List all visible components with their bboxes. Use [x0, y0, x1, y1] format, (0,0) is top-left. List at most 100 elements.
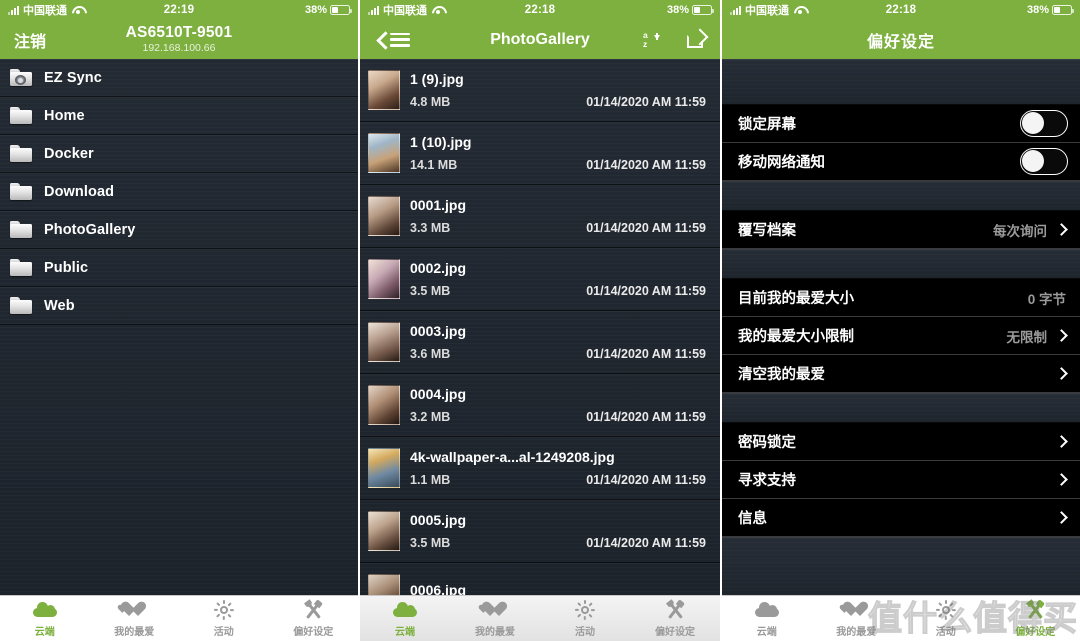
settings-section-gap — [722, 59, 1080, 105]
tab-label: 偏好设定 — [655, 626, 695, 638]
folder-row[interactable]: Download — [0, 173, 358, 211]
settings-row[interactable]: 目前我的最爱大小 0 字节 — [722, 279, 1080, 317]
nav-bar: PhotoGallery az — [360, 20, 720, 59]
settings-label: 覆写档案 — [738, 223, 796, 239]
file-date: 01/14/2020 AM 11:59 — [586, 473, 706, 487]
settings-row[interactable]: 锁定屏幕 — [722, 105, 1080, 143]
tab-hearts[interactable]: 我的最爱 — [90, 600, 180, 638]
tab-cloud[interactable]: 云端 — [0, 600, 90, 638]
status-right: 38% — [1027, 4, 1074, 16]
cloud-icon — [32, 602, 57, 617]
file-row[interactable]: 0005.jpg 3.5 MB 01/14/2020 AM 11:59 — [360, 500, 720, 563]
file-name: 0003.jpg — [410, 323, 467, 339]
file-name: 0002.jpg — [410, 260, 467, 276]
folder-list[interactable]: EZ Sync Home Docker Download PhotoGallery Pub… — [0, 59, 358, 595]
file-row[interactable]: 0003.jpg 3.6 MB 01/14/2020 AM 11:59 — [360, 311, 720, 374]
settings-row[interactable]: 移动网络通知 — [722, 143, 1080, 181]
chevron-right-icon — [1055, 473, 1068, 486]
folder-icon — [10, 145, 32, 162]
folder-row[interactable]: Docker — [0, 135, 358, 173]
file-size: 3.5 MB — [410, 536, 451, 550]
folder-name: EZ Sync — [44, 69, 102, 86]
tab-label: 偏好设定 — [293, 626, 334, 638]
file-size: 14.1 MB — [410, 158, 458, 172]
file-list[interactable]: 1 (9).jpg 4.8 MB 01/14/2020 AM 11:59 1 (10)… — [360, 59, 720, 595]
status-bar: 中国联通 22:18 38% — [722, 0, 1080, 20]
sort-button[interactable]: az — [641, 30, 661, 50]
file-size: 4.8 MB — [410, 95, 451, 109]
tab-bar[interactable]: 云端 我的最爱 活动 偏好设定 值什么值得买 — [722, 595, 1080, 641]
tab-tools[interactable]: 偏好设定 — [991, 600, 1080, 638]
tab-cloud[interactable]: 云端 — [360, 600, 450, 638]
file-row[interactable]: 1 (9).jpg 4.8 MB 01/14/2020 AM 11:59 — [360, 59, 720, 122]
status-bar: 中国联通 22:18 38% — [360, 0, 720, 20]
folder-sync-icon — [10, 69, 32, 86]
folder-row[interactable]: PhotoGallery — [0, 211, 358, 249]
settings-section-gap — [722, 393, 1080, 423]
tab-cloud[interactable]: 云端 — [722, 600, 812, 638]
file-thumbnail — [368, 196, 400, 236]
file-name: 4k-wallpaper-a...al-1249208.jpg — [410, 449, 615, 465]
nav-bar: 注销 AS6510T-9501 192.168.100.66 — [0, 20, 358, 59]
cloud-icon — [393, 602, 417, 617]
file-row[interactable]: 0006.jpg — [360, 563, 720, 595]
file-size: 3.3 MB — [410, 221, 451, 235]
chevron-right-icon — [1055, 223, 1068, 236]
settings-row[interactable]: 信息 — [722, 499, 1080, 537]
folder-row[interactable]: EZ Sync — [0, 59, 358, 97]
file-name: 0001.jpg — [410, 197, 467, 213]
page-title: 偏好设定 — [866, 33, 935, 51]
file-size: 3.2 MB — [410, 410, 451, 424]
folder-row[interactable]: Public — [0, 249, 358, 287]
tab-hearts[interactable]: 我的最爱 — [450, 600, 540, 638]
tab-label: 云端 — [34, 626, 55, 638]
folder-name: PhotoGallery — [44, 221, 136, 238]
file-row[interactable]: 4k-wallpaper-a...al-1249208.jpg 1.1 MB 01/… — [360, 437, 720, 500]
file-row[interactable]: 0001.jpg 3.3 MB 01/14/2020 AM 11:59 — [360, 185, 720, 248]
settings-label: 寻求支持 — [738, 473, 796, 489]
chevron-right-icon — [1055, 367, 1068, 380]
toggle-switch[interactable] — [1020, 110, 1068, 137]
battery-icon — [1052, 5, 1074, 15]
page-title: PhotoGallery — [490, 30, 590, 48]
folder-row[interactable]: Web — [0, 287, 358, 325]
tab-label: 我的最爱 — [114, 626, 155, 638]
settings-row[interactable]: 我的最爱大小限制 无限制 — [722, 317, 1080, 355]
settings-row[interactable]: 密码锁定 — [722, 423, 1080, 461]
battery-icon — [692, 5, 714, 15]
file-row[interactable]: 0004.jpg 3.2 MB 01/14/2020 AM 11:59 — [360, 374, 720, 437]
tab-sun[interactable]: 活动 — [540, 599, 630, 638]
tab-sun[interactable]: 活动 — [179, 599, 269, 638]
settings-label: 信息 — [738, 511, 767, 527]
sun-icon — [935, 599, 956, 620]
battery-percent: 38% — [304, 4, 327, 16]
edit-button[interactable] — [687, 28, 709, 48]
device-title: AS6510T-9501 192.168.100.66 — [0, 24, 358, 55]
hearts-icon — [483, 601, 507, 618]
settings-list[interactable]: 锁定屏幕 移动网络通知 覆写档案 每次询问 目前我的最爱大小 0 字节 我的最爱大小限制 无限… — [722, 59, 1080, 595]
three-phone-screenshots: 中国联通 22:19 38% 注销 AS6510T-9501 192.168.1… — [0, 0, 1080, 641]
file-date: 01/14/2020 AM 11:59 — [586, 95, 706, 109]
file-row[interactable]: 1 (10).jpg 14.1 MB 01/14/2020 AM 11:59 — [360, 122, 720, 185]
tab-bar[interactable]: 云端 我的最爱 活动 偏好设定 — [360, 595, 720, 641]
tab-hearts[interactable]: 我的最爱 — [812, 600, 902, 638]
file-name: 0006.jpg — [410, 582, 467, 595]
tab-tools[interactable]: 偏好设定 — [269, 600, 359, 638]
back-button[interactable] — [374, 32, 390, 48]
file-date: 01/14/2020 AM 11:59 — [586, 221, 706, 235]
settings-row[interactable]: 清空我的最爱 — [722, 355, 1080, 393]
tab-label: 活动 — [213, 626, 234, 638]
settings-row[interactable]: 寻求支持 — [722, 461, 1080, 499]
folder-row[interactable]: Home — [0, 97, 358, 135]
chevron-right-icon — [1055, 329, 1068, 342]
menu-button[interactable] — [390, 32, 410, 47]
tab-bar[interactable]: 云端 我的最爱 活动 偏好设定 — [0, 595, 358, 641]
file-row[interactable]: 0002.jpg 3.5 MB 01/14/2020 AM 11:59 — [360, 248, 720, 311]
status-bar: 中国联通 22:19 38% — [0, 0, 358, 20]
settings-row[interactable]: 覆写档案 每次询问 — [722, 211, 1080, 249]
toggle-switch[interactable] — [1020, 148, 1068, 175]
tab-tools[interactable]: 偏好设定 — [630, 600, 720, 638]
phone-panel-photo-gallery: 中国联通 22:18 38% PhotoGallery az 1 (9).jpg… — [360, 0, 720, 641]
tab-sun[interactable]: 活动 — [901, 599, 991, 638]
tab-label: 云端 — [395, 626, 415, 638]
